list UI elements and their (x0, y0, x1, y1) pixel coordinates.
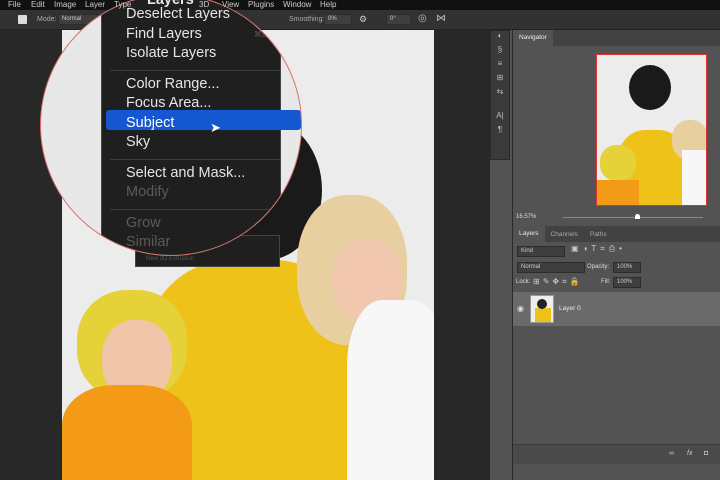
visibility-eye-icon[interactable]: ◉ (517, 304, 524, 313)
menu-item-modify: Modify (126, 184, 169, 200)
menu-item-select-and-mask[interactable]: Select and Mask... (126, 165, 245, 181)
menu-edit[interactable]: Edit (31, 0, 45, 10)
magnified-menu-callout: Layers Deselect Layers ⌘A Find Layers ⌘D… (40, 0, 302, 256)
fill-input[interactable]: 100% (613, 277, 641, 288)
menu-image[interactable]: Image (54, 0, 76, 10)
gear-icon[interactable]: ⚙ (359, 14, 367, 25)
smoothing-label: Smoothing: (289, 16, 325, 23)
adjustments-icon[interactable]: ≡ (491, 59, 509, 73)
layers-tabbar: Layers Channels Paths (513, 226, 720, 242)
libraries-icon[interactable]: ⇆ (491, 87, 509, 101)
menu-help[interactable]: Help (320, 0, 336, 10)
fill-label: Fill: (601, 279, 611, 285)
underlying-menu-item: New 3D Extrusion (146, 256, 195, 262)
separator (110, 209, 280, 210)
select-menu-dropdown: Layers Deselect Layers ⌘A Find Layers ⌘D… (101, 0, 301, 255)
separator (110, 159, 280, 160)
layer-name[interactable]: Layer 0 (559, 305, 581, 312)
color-icon[interactable]: ◐ (491, 31, 509, 45)
cursor-arrow-icon: ➤ (210, 120, 221, 135)
menu-item-find-layers[interactable]: Find Layers (126, 26, 202, 42)
shortcut: ⌘A (254, 10, 268, 19)
pressure-icon[interactable]: ◎ (418, 13, 427, 24)
character-icon[interactable]: A| (491, 111, 509, 125)
thumb-hair (629, 65, 671, 110)
lock-label: Lock: (516, 279, 531, 285)
zoom-readout[interactable]: 16.57% (516, 214, 536, 220)
menu-window[interactable]: Window (283, 0, 311, 10)
zoom-slider[interactable] (563, 217, 703, 218)
layer-row[interactable]: ◉ Layer 0 (513, 292, 720, 326)
menu-item-sky[interactable]: Sky (126, 134, 150, 150)
blend-mode-select[interactable]: Normal (517, 262, 585, 273)
smoothing-input[interactable]: 0% (324, 14, 352, 25)
menu-3d[interactable]: 3D (199, 0, 209, 10)
separator (110, 70, 280, 71)
layers-footer: ∞ fx ◘ (513, 444, 720, 464)
tab-channels[interactable]: Channels (545, 231, 584, 238)
right-panel: Navigator 16.57% Layers Channels Paths K… (512, 30, 720, 480)
navigator-tabbar: Navigator (513, 30, 720, 46)
navigator-thumbnail[interactable] (596, 54, 707, 206)
thumb-kid (600, 145, 636, 181)
layer-thumbnail (530, 295, 554, 323)
kind-filter[interactable]: Kind (517, 246, 565, 257)
symmetry-icon[interactable]: ⋈ (436, 13, 446, 24)
lock-icons[interactable]: ⊞✎✥⌗🔒 (533, 277, 583, 287)
tab-paths[interactable]: Paths (584, 231, 613, 238)
angle-input[interactable]: 0° (386, 14, 411, 25)
filter-icons[interactable]: ▣◑T⌗⎙• (571, 244, 626, 254)
zoom-slider-thumb[interactable] (635, 214, 640, 219)
thumb-orange (597, 180, 639, 205)
thumb-sweater (535, 308, 551, 322)
menu-view[interactable]: View (222, 0, 239, 10)
menu-item-grow: Grow (126, 215, 161, 231)
thumb-shirt (682, 150, 706, 205)
menu-plugins[interactable]: Plugins (248, 0, 274, 10)
menu-item-similar: Similar (126, 234, 171, 250)
panel-icon-strip: ◐ § ≡ ⊞ ⇆ A| ¶ (490, 30, 510, 160)
menu-item-focus-area[interactable]: Focus Area... (126, 95, 211, 111)
swatches-icon[interactable]: § (491, 45, 509, 59)
photo-white-shirt (347, 300, 434, 480)
thumb-hair (537, 299, 547, 309)
tab-layers[interactable]: Layers (513, 226, 545, 242)
menu-item-subject[interactable]: Subject (126, 115, 174, 131)
menu-layer[interactable]: Layer (85, 0, 105, 10)
paragraph-icon[interactable]: ¶ (491, 125, 509, 139)
menu-item-isolate-layers[interactable]: Isolate Layers (126, 45, 216, 61)
mask-icon[interactable]: ◘ (704, 450, 708, 457)
mode-label: Mode: (37, 16, 57, 23)
menu-item-deselect-layers[interactable]: Deselect Layers (126, 6, 230, 22)
photo-orange-shirt (62, 385, 192, 480)
shortcut: ⌘D (254, 30, 268, 39)
tab-navigator[interactable]: Navigator (513, 30, 553, 46)
menu-type[interactable]: Type (114, 0, 131, 10)
properties-icon[interactable]: ⊞ (491, 73, 509, 87)
menu-file[interactable]: File (8, 0, 21, 10)
opacity-label: Opacity: (587, 264, 610, 270)
brush-preset-icon[interactable] (18, 15, 27, 24)
menu-item-color-range[interactable]: Color Range... (126, 76, 220, 92)
link-icon[interactable]: ∞ (669, 450, 674, 457)
opacity-input[interactable]: 100% (613, 262, 641, 273)
fx-button[interactable]: fx (687, 450, 692, 457)
